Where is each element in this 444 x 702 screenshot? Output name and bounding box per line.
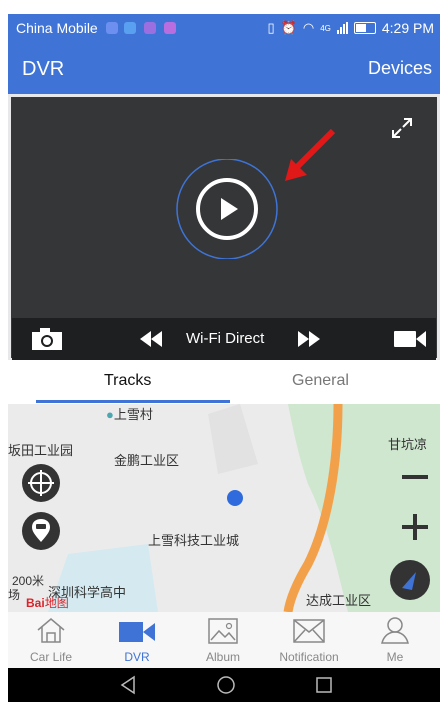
nav-album[interactable]: Album bbox=[180, 612, 266, 668]
tab-bar: Tracks General bbox=[8, 360, 440, 404]
home-circle-icon[interactable] bbox=[216, 675, 236, 695]
battery-icon bbox=[353, 22, 376, 34]
gallery-app-icon bbox=[144, 22, 156, 34]
heart-app-icon bbox=[124, 22, 136, 34]
current-location-dot bbox=[227, 490, 243, 506]
video-controls: Wi-Fi Direct bbox=[12, 318, 436, 360]
page-title: DVR bbox=[22, 58, 65, 80]
map-label-shangxue-tech: 上雪科技工业城 bbox=[148, 533, 240, 548]
map-label-dacheng: 达成工业区 bbox=[306, 593, 372, 608]
baidu-logo: Bai地图 bbox=[26, 596, 69, 610]
fullscreen-icon[interactable] bbox=[389, 115, 415, 141]
play-button[interactable] bbox=[167, 159, 287, 259]
back-icon[interactable] bbox=[118, 675, 138, 695]
zoom-in-button[interactable] bbox=[402, 514, 428, 540]
tab-tracks[interactable]: Tracks bbox=[104, 372, 151, 390]
picture-icon bbox=[208, 618, 238, 644]
crosshair-icon bbox=[28, 470, 54, 496]
car-pin-icon bbox=[32, 519, 50, 542]
snapshot-camera-icon[interactable] bbox=[30, 326, 64, 352]
status-bar: China Mobile ▯ ⏰ ◠ 4G 4:29 PM bbox=[8, 14, 440, 44]
mail-icon bbox=[293, 619, 325, 643]
wifi-icon: ◠ bbox=[302, 20, 315, 35]
car-location-button[interactable] bbox=[22, 512, 60, 550]
recents-icon[interactable] bbox=[314, 675, 334, 695]
camera-icon bbox=[119, 622, 155, 642]
map-label-gankeng: 甘坑凉 bbox=[388, 437, 428, 452]
home-icon bbox=[37, 618, 65, 643]
map-poi-icon: ● bbox=[106, 407, 114, 422]
compass-icon bbox=[402, 572, 416, 590]
nav-notification[interactable]: Notification bbox=[266, 612, 352, 668]
zoom-out-button[interactable] bbox=[402, 464, 428, 490]
devices-button[interactable]: Devices bbox=[368, 58, 432, 79]
bottom-nav: Car Life DVR Album Notification Me bbox=[8, 612, 440, 668]
system-nav-bar bbox=[8, 668, 440, 702]
map-label-shangxuecun: ●上雪村 bbox=[106, 407, 153, 422]
map-background bbox=[8, 404, 440, 612]
nav-me[interactable]: Me bbox=[352, 612, 438, 668]
phone-screen: China Mobile ▯ ⏰ ◠ 4G 4:29 PM DVR Device… bbox=[0, 0, 444, 702]
notification-icon bbox=[106, 22, 118, 34]
network-type: 4G bbox=[320, 23, 331, 33]
app-bar: DVR Devices bbox=[8, 44, 440, 94]
record-video-icon[interactable] bbox=[394, 329, 426, 349]
vibrate-icon: ▯ bbox=[267, 20, 275, 35]
map-label-jinpeng: 金鹏工业区 bbox=[114, 453, 180, 468]
clock: 4:29 PM bbox=[381, 20, 434, 36]
alarm-icon: ⏰ bbox=[280, 20, 297, 35]
person-icon bbox=[381, 617, 409, 644]
signal-icon bbox=[336, 22, 348, 34]
map-scale-suffix: 场 bbox=[8, 588, 21, 602]
red-arrow-annotation bbox=[285, 128, 336, 181]
locate-button[interactable] bbox=[22, 464, 60, 502]
fast-forward-icon[interactable] bbox=[298, 331, 320, 347]
rewind-icon[interactable] bbox=[140, 331, 162, 347]
nav-dvr[interactable]: DVR bbox=[94, 612, 180, 668]
active-tab-indicator bbox=[36, 400, 230, 403]
connection-mode-label: Wi-Fi Direct bbox=[186, 330, 265, 347]
map-view[interactable]: ●上雪村 坂田工业园 金鹏工业区 甘坑凉 上雪科技工业城 深圳科学高中 达成工业… bbox=[8, 404, 440, 612]
tab-general[interactable]: General bbox=[292, 372, 349, 390]
compass-button[interactable] bbox=[390, 560, 430, 600]
carrier-label: China Mobile bbox=[16, 20, 98, 36]
map-label-bantian: 坂田工业园 bbox=[8, 443, 74, 458]
nav-car-life[interactable]: Car Life bbox=[8, 612, 94, 668]
photo-app-icon bbox=[164, 22, 176, 34]
